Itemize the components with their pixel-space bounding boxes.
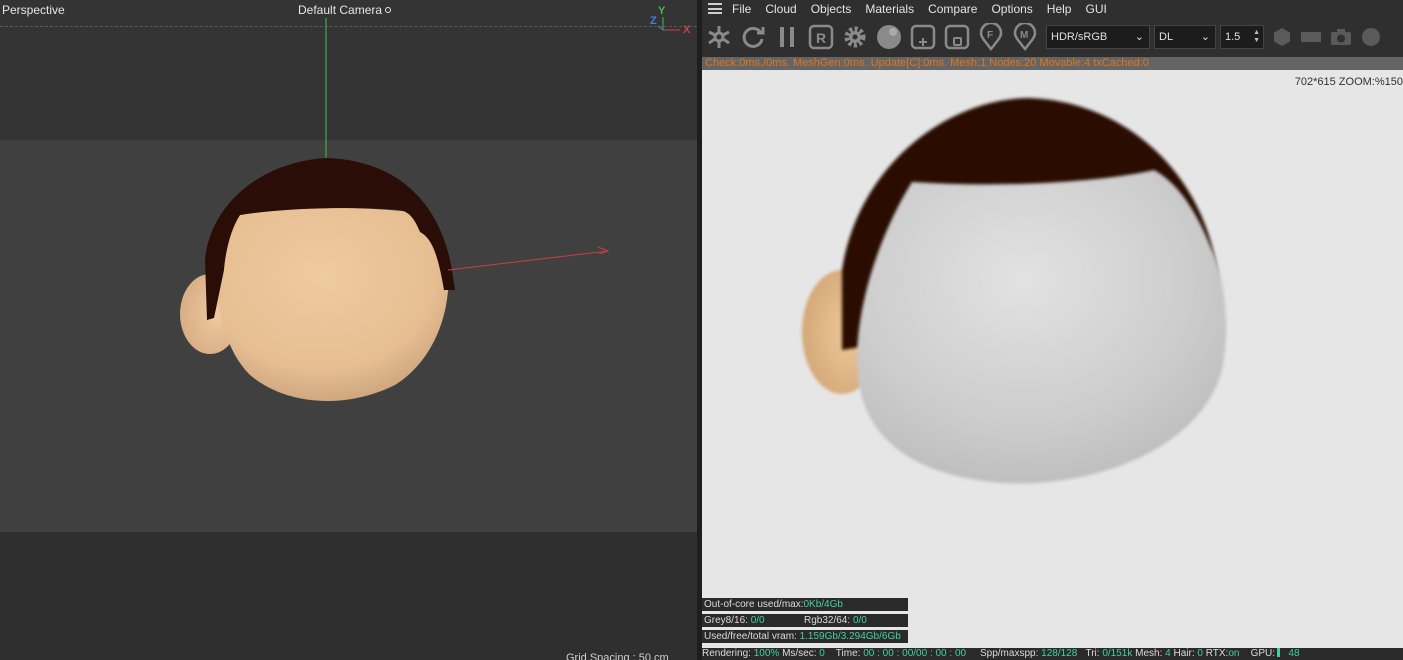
tri-value: 0/151k xyxy=(1102,648,1133,659)
vram-value: 1.159Gb/3.294Gb/6Gb xyxy=(799,631,901,642)
camera-icon[interactable] xyxy=(1328,22,1354,52)
cube-icon[interactable] xyxy=(1270,22,1294,52)
viewport-title[interactable]: Perspective xyxy=(2,3,65,17)
chevron-down-icon: ⌄ xyxy=(1134,31,1144,43)
render-face xyxy=(857,170,1227,484)
ms-label: Ms/sec: xyxy=(782,648,817,659)
gizmo-z-label: Z xyxy=(650,15,657,27)
gizmo-z-line xyxy=(657,25,664,31)
menu-cloud[interactable]: Cloud xyxy=(765,2,796,16)
chevron-down-icon: ⌄ xyxy=(1200,31,1210,43)
texture-info: Grey8/16: 0/0 Rgb32/64: 0/0 xyxy=(702,614,908,627)
rgb-label: Rgb32/64: xyxy=(804,615,851,626)
ms-value: 0 xyxy=(819,648,825,659)
kernel-select[interactable]: DL ⌄ xyxy=(1154,25,1216,49)
gpu-label: GPU: xyxy=(1250,648,1276,659)
spp-label: Spp/maxspp: xyxy=(979,648,1039,659)
x-axis-line xyxy=(447,250,609,271)
ooc-value: 0Kb/4Gb xyxy=(803,599,843,610)
stepper-up-icon[interactable]: ▲ xyxy=(1253,29,1260,37)
render-canvas[interactable]: 702*615 ZOOM:%150 xyxy=(702,70,1403,648)
region-render-icon[interactable]: R xyxy=(806,22,836,52)
hair-label: Hair: xyxy=(1173,648,1195,659)
vram-label: Used/free/total vram: xyxy=(704,631,797,642)
focus-picker-icon[interactable]: F xyxy=(976,22,1006,52)
mesh-label: Mesh: xyxy=(1135,648,1163,659)
hair-value: 0 xyxy=(1197,648,1203,659)
color-space-select[interactable]: HDR/sRGB ⌄ xyxy=(1046,25,1150,49)
toolbar: R F M HDR/sRGB ⌄ DL ⌄ 1.5 ▲ ▼ xyxy=(702,18,1403,56)
head-face xyxy=(217,208,449,402)
pause-icon[interactable] xyxy=(772,22,802,52)
tri-label: Tri: xyxy=(1085,648,1100,659)
live-viewer-panel: File Cloud Objects Materials Compare Opt… xyxy=(702,0,1403,660)
viewport-perspective[interactable]: Perspective Default Camera Y X Z Grid Sp… xyxy=(0,0,697,660)
gpu-usage-bar xyxy=(1277,648,1281,657)
grey-value: 0/0 xyxy=(750,615,765,626)
sphere-icon[interactable] xyxy=(874,22,904,52)
color-space-value: HDR/sRGB xyxy=(1051,31,1108,43)
menu-bar: File Cloud Objects Materials Compare Opt… xyxy=(702,0,1403,17)
film-region-icon[interactable] xyxy=(942,22,972,52)
camera-name: Default Camera xyxy=(298,3,383,17)
rendering-value: 100% xyxy=(753,648,780,659)
menu-objects[interactable]: Objects xyxy=(811,2,852,16)
rect-icon[interactable] xyxy=(1298,22,1324,52)
kernel-value: DL xyxy=(1159,31,1174,43)
material-picker-icon[interactable]: M xyxy=(1010,22,1040,52)
out-of-core-info: Out-of-core used/max:0Kb/4Gb xyxy=(702,598,908,611)
svg-text:F: F xyxy=(987,30,993,41)
time-label: Time: xyxy=(835,648,861,659)
circle-icon[interactable] xyxy=(1358,22,1384,52)
rtx-value: on xyxy=(1228,648,1240,659)
gizmo-x-label: X xyxy=(683,24,691,36)
settings-gear-icon[interactable] xyxy=(840,22,870,52)
gizmo-y-label: Y xyxy=(658,5,666,17)
vram-info: Used/free/total vram: 1.159Gb/3.294Gb/6G… xyxy=(702,630,908,643)
time-value: 00 : 00 : 00/00 : 00 : 00 xyxy=(863,648,967,659)
render-status-bar: Rendering: 100% Ms/sec: 0 Time: 00 : 00 … xyxy=(702,648,1403,660)
octane-logo-icon[interactable] xyxy=(704,22,734,52)
stepper-down-icon[interactable]: ▼ xyxy=(1253,37,1260,45)
mesh-value: 4 xyxy=(1165,648,1171,659)
camera-menu[interactable]: Default Camera xyxy=(298,3,392,17)
menu-help[interactable]: Help xyxy=(1047,2,1072,16)
camera-icon xyxy=(385,7,392,13)
spp-value: 128/128 xyxy=(1041,648,1078,659)
menu-options[interactable]: Options xyxy=(991,2,1032,16)
rendered-head xyxy=(802,98,1227,484)
menu-gui[interactable]: GUI xyxy=(1085,2,1106,16)
rgb-value: 0/0 xyxy=(852,615,867,626)
grey-label: Grey8/16: xyxy=(704,615,748,626)
viewport-scene[interactable] xyxy=(0,0,697,660)
menu-materials[interactable]: Materials xyxy=(865,2,914,16)
render-stats-bar: Check:0ms./0ms. MeshGen:0ms. Update[C]:0… xyxy=(702,57,1403,70)
add-region-icon[interactable] xyxy=(908,22,938,52)
refresh-icon[interactable] xyxy=(738,22,768,52)
menu-compare[interactable]: Compare xyxy=(928,2,977,16)
svg-text:R: R xyxy=(816,30,826,46)
x-axis-arrow xyxy=(597,246,610,255)
svg-text:M: M xyxy=(1020,30,1028,41)
render-resolution-label: 702*615 ZOOM:%150 xyxy=(1294,76,1403,88)
hamburger-menu-icon[interactable] xyxy=(708,3,722,14)
gpu-value: 48 xyxy=(1288,648,1300,659)
value-stepper[interactable]: 1.5 ▲ ▼ xyxy=(1220,25,1264,49)
grid-spacing-label: Grid Spacing : 50 cm xyxy=(566,652,669,660)
rendering-label: Rendering: xyxy=(702,648,751,659)
menu-file[interactable]: File xyxy=(732,2,751,16)
rtx-label: RTX: xyxy=(1205,648,1229,659)
stepper-value: 1.5 xyxy=(1225,31,1241,43)
ooc-label: Out-of-core used/max: xyxy=(704,599,804,610)
